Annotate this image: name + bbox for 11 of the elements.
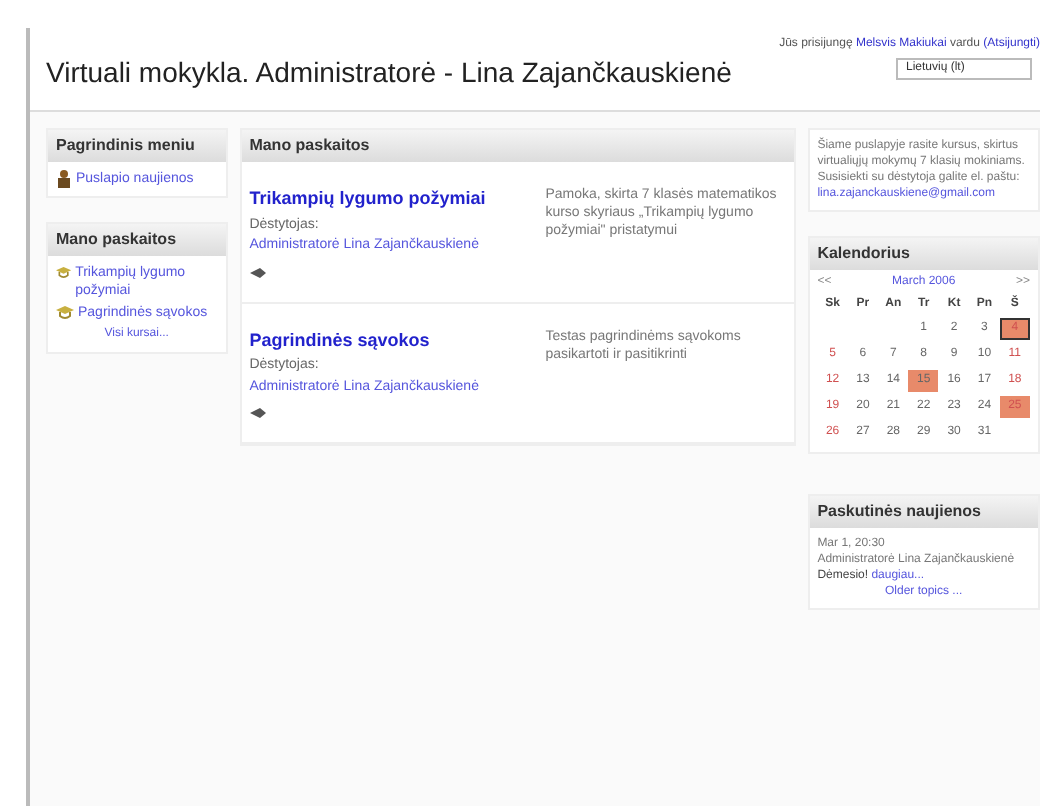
hat-icon bbox=[56, 264, 72, 280]
block-header: Pagrindinis meniu bbox=[48, 130, 226, 162]
course-title[interactable]: Trikampių lygumo požymiai bbox=[249, 186, 530, 213]
block-header: Kalendorius bbox=[809, 238, 1038, 270]
site-title: Virtuali mokykla. Administratorė - Lina Zajančkauskienė bbox=[46, 54, 732, 92]
course-title[interactable]: Pagrindinės sąvokos bbox=[249, 327, 530, 354]
block-header: Paskutinės naujienos bbox=[809, 496, 1038, 528]
block-header: Mano paskaitos bbox=[241, 130, 794, 162]
block-header: Mano paskaitos bbox=[48, 224, 226, 256]
hat-icon bbox=[56, 304, 74, 320]
people-icon bbox=[56, 170, 72, 188]
